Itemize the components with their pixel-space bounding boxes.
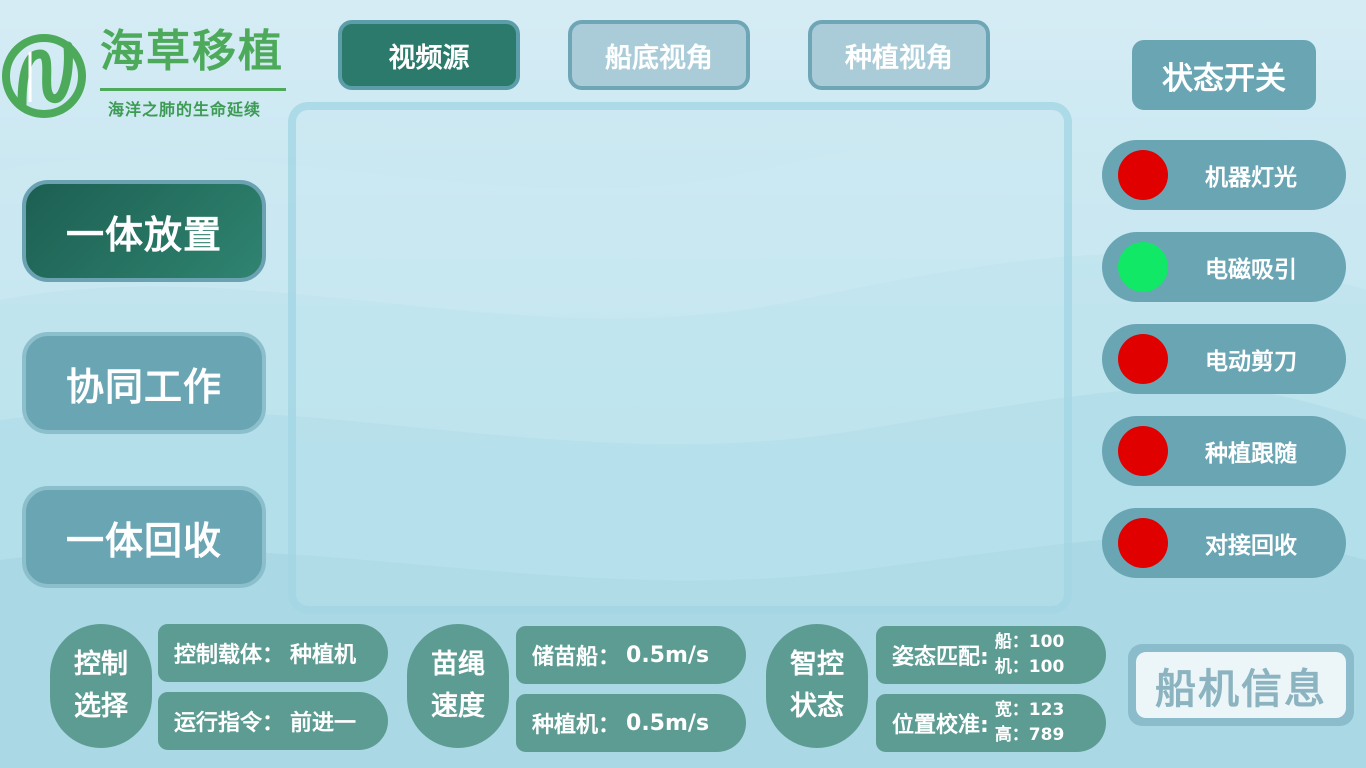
switch-label: 电磁吸引: [1205, 257, 1297, 283]
status-panel-title: 状态开关: [1132, 40, 1316, 110]
status-indicator-icon: [1118, 426, 1168, 476]
mode-collaborative-button[interactable]: 协同工作: [22, 332, 266, 434]
field-key: 姿态匹配:: [892, 645, 989, 670]
logo-divider: [100, 88, 286, 91]
tab-hull-view[interactable]: 船底视角: [568, 20, 750, 90]
logo-icon: [2, 34, 86, 118]
position-calibration-field: 位置校准: 宽：123 高：789: [876, 694, 1106, 752]
attitude-match-field: 姿态匹配: 船：100 机：100: [876, 626, 1106, 684]
mode-integrated-placement-button[interactable]: 一体放置: [22, 180, 266, 282]
status-indicator-icon: [1118, 150, 1168, 200]
header-line: 智控: [790, 649, 844, 681]
tab-video-source[interactable]: 视频源: [338, 20, 520, 90]
planter-speed: 种植机： 0.5m/s: [516, 694, 746, 752]
video-display: [288, 102, 1072, 614]
smart-status-header: 智控 状态: [766, 624, 868, 748]
rope-speed-header: 苗绳 速度: [407, 624, 509, 748]
run-command-field: 运行指令： 前进一: [158, 692, 388, 750]
field-key: 储苗船：: [532, 645, 621, 670]
app-subtitle: 海洋之肺的生命延续: [108, 100, 262, 119]
field-value: 宽：123: [994, 700, 1065, 721]
header-line: 状态: [790, 691, 844, 722]
switch-label: 种植跟随: [1205, 441, 1297, 467]
status-indicator-icon: [1118, 242, 1168, 292]
ship-machine-info-button[interactable]: 船机信息: [1128, 644, 1354, 726]
field-value: 高：789: [994, 725, 1065, 745]
switch-label: 电动剪刀: [1205, 349, 1297, 375]
switch-label: 机器灯光: [1205, 165, 1297, 191]
switch-electric-scissors[interactable]: 电动剪刀: [1102, 324, 1346, 394]
header-line: 选择: [74, 691, 128, 722]
tab-planting-view[interactable]: 种植视角: [808, 20, 990, 90]
field-value: 0.5m/s: [626, 710, 710, 736]
control-selection-header: 控制 选择: [50, 624, 152, 748]
status-indicator-icon: [1118, 334, 1168, 384]
field-key: 控制载体：: [174, 643, 285, 668]
header-line: 速度: [431, 691, 485, 722]
field-value: 前进一: [290, 711, 357, 736]
field-value: 船：100: [994, 632, 1065, 653]
field-key: 运行指令：: [174, 711, 285, 736]
field-key: 种植机：: [532, 713, 621, 738]
app-title: 海草移植: [100, 26, 284, 77]
control-carrier-field: 控制载体： 种植机: [158, 624, 388, 682]
field-key: 位置校准:: [892, 713, 989, 738]
switch-label: 对接回收: [1205, 533, 1297, 559]
header-line: 苗绳: [431, 649, 485, 681]
field-value: 机：100: [994, 657, 1065, 677]
storage-ship-speed: 储苗船： 0.5m/s: [516, 626, 746, 684]
switch-dock-recovery[interactable]: 对接回收: [1102, 508, 1346, 578]
switch-planting-follow[interactable]: 种植跟随: [1102, 416, 1346, 486]
field-value: 种植机: [290, 643, 357, 668]
status-indicator-icon: [1118, 518, 1168, 568]
header-line: 控制: [74, 649, 128, 681]
info-button-label: 船机信息: [1136, 652, 1346, 718]
switch-electromagnet[interactable]: 电磁吸引: [1102, 232, 1346, 302]
field-value: 0.5m/s: [626, 642, 710, 668]
switch-machine-light[interactable]: 机器灯光: [1102, 140, 1346, 210]
mode-integrated-recovery-button[interactable]: 一体回收: [22, 486, 266, 588]
